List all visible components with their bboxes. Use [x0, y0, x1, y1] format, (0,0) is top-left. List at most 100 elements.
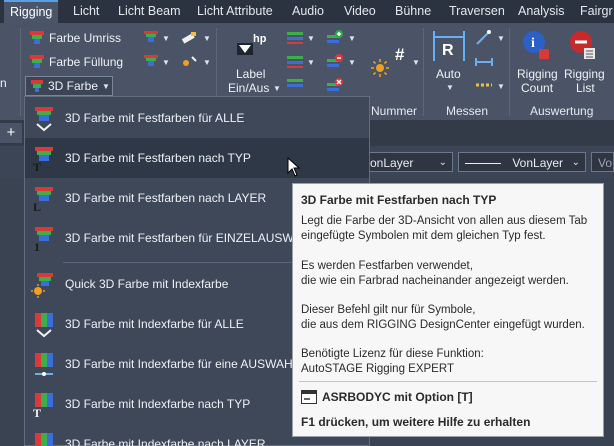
sun-icon[interactable] — [370, 58, 390, 81]
add-label-icon[interactable] — [326, 29, 344, 50]
chevron-down-icon[interactable]: ▼ — [203, 58, 211, 67]
tooltip-divider — [299, 381, 597, 382]
chevron-down-icon[interactable]: ▼ — [162, 58, 170, 67]
group-title-auswertung: Auswertung — [530, 104, 594, 118]
chevron-down-icon[interactable]: ▼ — [307, 34, 315, 43]
menu-item-label: 3D Farbe mit Indexfarbe nach TYP — [65, 397, 251, 411]
tab-licht-beam[interactable]: Licht Beam — [118, 0, 181, 23]
rigging-list-line2[interactable]: List — [576, 81, 595, 95]
farbe-umriss-button[interactable]: Farbe Umriss — [49, 31, 121, 45]
label-style-icon[interactable] — [286, 54, 304, 73]
svg-text:#: # — [395, 45, 405, 64]
menu-item-label: 3D Farbe mit Festfarben nach LAYER — [65, 191, 267, 205]
color-wheel-icon[interactable] — [143, 30, 159, 47]
measure-angle-icon[interactable] — [475, 30, 493, 49]
label-style-icon[interactable] — [286, 30, 304, 49]
chevron-down-icon[interactable]: ▼ — [307, 58, 315, 67]
menu-item-label: 3D Farbe mit Festfarben für EINZELAUSWAH… — [65, 231, 317, 245]
tab-rigging[interactable]: Rigging — [4, 0, 59, 23]
chevron-down-icon: ⌄ — [438, 157, 447, 168]
label-ein-aus-line1[interactable]: Label — [236, 67, 265, 81]
chevron-down-icon[interactable]: ▼ — [273, 84, 281, 93]
menu-item-label: Quick 3D Farbe mit Indexfarbe — [65, 277, 229, 291]
tab-licht-attribute[interactable]: Licht Attribute — [197, 0, 273, 23]
menu-item-label: 3D Farbe mit Indexfarbe für ALLE — [65, 317, 244, 331]
auto-button[interactable]: Auto — [436, 67, 461, 81]
delete-label-icon[interactable] — [326, 77, 344, 98]
menu-item-label: 3D Farbe mit Festfarben für ALLE — [65, 111, 245, 125]
linetype-combo[interactable]: VonLayer ⌄ — [458, 152, 586, 172]
mouse-cursor-icon — [287, 156, 301, 180]
menu-item-festfarben-typ[interactable]: T 3D Farbe mit Festfarben nach TYP — [25, 138, 369, 178]
chevron-down-icon[interactable]: ▼ — [162, 34, 170, 43]
measure-dimension-icon[interactable] — [475, 54, 493, 73]
index-type-icon: T — [31, 390, 57, 420]
extra-combo[interactable]: Vo — [591, 152, 614, 172]
menu-item-festfarben-alle[interactable]: 3D Farbe mit Festfarben für ALLE — [25, 98, 369, 138]
measure-auto-icon[interactable]: R — [432, 29, 466, 66]
tooltip-text: die wie ein Farbrad nacheinander angezei… — [301, 275, 569, 287]
label-toggle-icon[interactable]: hp — [233, 29, 267, 64]
measure-line-icon[interactable] — [475, 77, 493, 96]
chevron-down-icon[interactable]: ▼ — [497, 34, 505, 43]
ribbon-tab-bar: Rigging Licht Licht Beam Licht Attribute… — [0, 0, 614, 23]
rigging-list-line1[interactable]: Rigging — [564, 67, 605, 81]
menu-item-label: 3D Farbe mit Festfarben nach TYP — [65, 151, 251, 165]
svg-text:T: T — [33, 406, 41, 418]
rigging-list-icon[interactable] — [567, 29, 597, 64]
rigging-count-line2[interactable]: Count — [521, 81, 553, 95]
ribbon-separator — [509, 28, 510, 116]
tab-traversen[interactable]: Traversen — [449, 0, 505, 23]
chevron-down-icon[interactable]: ▼ — [203, 34, 211, 43]
tab-fairground[interactable]: Fairgr — [580, 0, 613, 23]
tab-video[interactable]: Video — [344, 0, 376, 23]
chevron-down-icon: ▼ — [102, 82, 110, 91]
menu-item-label: 3D Farbe mit Indexfarbe für eine AUSWAHL — [65, 357, 300, 371]
tab-audio[interactable]: Audio — [292, 0, 324, 23]
tooltip-text: eingefügte Symbolen mit dem gleichen Typ… — [301, 230, 546, 242]
color-all-icon — [31, 104, 57, 132]
color-type-icon: T — [31, 144, 57, 174]
rigging-count-icon[interactable]: i — [521, 29, 551, 64]
sparkle-icon[interactable] — [180, 54, 198, 73]
fill-color-icon[interactable] — [28, 53, 46, 74]
svg-text:L: L — [33, 200, 41, 212]
hash-icon[interactable]: # — [393, 44, 413, 67]
tooltip-text: Es werden Festfarben verwendet, — [301, 260, 473, 272]
layer-combo[interactable]: onLayer ⌄ — [360, 152, 453, 172]
chevron-down-icon[interactable]: ▼ — [348, 58, 356, 67]
ribbon-separator — [423, 28, 424, 116]
chevron-down-icon[interactable]: ▼ — [446, 83, 454, 92]
tooltip-title: 3D Farbe mit Festfarben nach TYP — [301, 193, 497, 207]
3d-farbe-button[interactable]: 3D Farbe ▼ — [25, 76, 113, 96]
eraser-icon[interactable] — [180, 30, 198, 49]
svg-text:1: 1 — [34, 240, 40, 252]
remove-label-icon[interactable] — [326, 53, 344, 74]
tooltip-help: F1 drücken, um weitere Hilfe zu erhalten — [301, 415, 531, 429]
tab-analysis[interactable]: Analysis — [518, 0, 565, 23]
chevron-down-icon[interactable]: ▼ — [412, 58, 420, 67]
plus-icon: + — [6, 124, 16, 141]
index-layer-icon — [31, 430, 57, 446]
chevron-down-icon[interactable]: ▼ — [348, 34, 356, 43]
color-layer-icon: L — [31, 184, 57, 214]
svg-text:hp: hp — [253, 33, 267, 45]
tooltip-text: Legt die Farbe der 3D-Ansicht von allen … — [301, 215, 588, 227]
tooltip-text: die aus dem RIGGING DesignCenter eingefü… — [301, 319, 585, 331]
new-tab-button[interactable]: + — [0, 123, 22, 143]
tooltip-text: Benötigte Lizenz für diese Funktion: — [301, 348, 484, 360]
label-ein-aus-line2[interactable]: Ein/Aus — [228, 81, 269, 95]
group-title-messen: Messen — [446, 104, 489, 118]
menu-item-label: 3D Farbe mit Indexfarbe nach LAYER — [65, 437, 266, 446]
ribbon-separator — [20, 28, 21, 116]
chevron-down-icon: ⌄ — [571, 157, 580, 168]
color-single-icon: 1 — [31, 224, 57, 254]
tab-buehne[interactable]: Bühne — [395, 0, 431, 23]
rigging-count-line1[interactable]: Rigging — [517, 67, 558, 81]
label-style-icon[interactable] — [286, 77, 304, 96]
outline-color-icon[interactable] — [28, 29, 46, 50]
tab-licht[interactable]: Licht — [73, 0, 99, 23]
farbe-fuellung-button[interactable]: Farbe Füllung — [49, 55, 123, 69]
chevron-down-icon[interactable]: ▼ — [497, 82, 505, 91]
color-fill-icon[interactable] — [143, 54, 159, 71]
